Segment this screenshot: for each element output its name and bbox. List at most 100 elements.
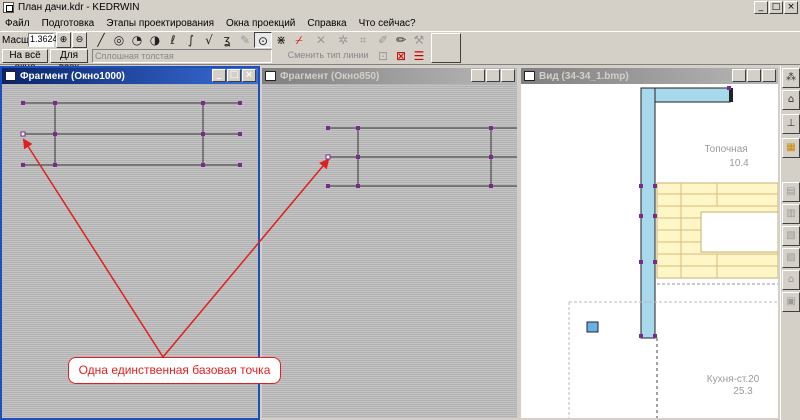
kedrwin-app: План дачи.kdr - KEDRWIN _ □ × Файл Подго… [0, 0, 800, 420]
vertex-handle[interactable] [21, 101, 25, 105]
curve-icon[interactable]: ∫ [182, 32, 200, 48]
window-title: План дачи.kdr - KEDRWIN [18, 2, 140, 13]
minimize-button[interactable]: _ [732, 69, 746, 82]
nodes-icon[interactable]: ⁂ [782, 68, 800, 88]
vertex-handle[interactable] [489, 155, 493, 159]
grid-disabled-icon[interactable]: ▤ [782, 182, 800, 202]
hook-icon[interactable]: ʓ [218, 32, 236, 48]
roof-icon[interactable]: ⌂ [782, 90, 800, 110]
vertex-handle[interactable] [53, 101, 57, 105]
circle-arc-icon[interactable]: ◑ [146, 32, 164, 48]
menu-bar: Файл Подготовка Этапы проектирования Окн… [0, 15, 800, 31]
vertex-handle[interactable] [326, 126, 330, 130]
menu-file[interactable]: Файл [4, 18, 31, 29]
multi-cross-disabled-icon[interactable]: ✲ [334, 32, 352, 48]
maximize-button[interactable]: □ [769, 1, 783, 14]
base-point-handle[interactable] [325, 154, 331, 160]
delete-icon[interactable]: ⊠ [392, 48, 410, 64]
snap-icon[interactable]: ⊙ [254, 32, 272, 48]
edit-disabled-icon[interactable]: ✐ [374, 32, 392, 48]
menu-whats-now[interactable]: Что сейчас? [358, 18, 417, 29]
window-title: Фрагмент (Окно850) [280, 70, 380, 82]
close-button[interactable]: × [501, 69, 515, 82]
table-disabled-icon[interactable]: ▥ [782, 204, 800, 224]
column [586, 321, 599, 333]
vertex-handle[interactable] [326, 184, 330, 188]
vertex-handle [653, 334, 657, 338]
vertex-handle [639, 334, 643, 338]
close-button[interactable]: × [762, 69, 776, 82]
window-disabled-icon[interactable]: ▣ [782, 292, 800, 312]
zoom-in-icon[interactable]: ⊕ [56, 32, 71, 48]
floor-plan-view[interactable]: Топочная 10.4 Кухня-ст.20 25.3 [521, 84, 778, 418]
trim-line-icon[interactable]: ⌿ [290, 32, 308, 48]
vertex-handle[interactable] [201, 132, 205, 136]
vertex-handle[interactable] [201, 101, 205, 105]
empty-tool-button[interactable] [431, 33, 461, 63]
maximize-button[interactable]: □ [227, 69, 241, 82]
drawing-svg [325, 126, 517, 188]
maximize-button[interactable]: □ [747, 69, 761, 82]
circle-icon[interactable]: ◎ [110, 32, 128, 48]
stair-well [700, 211, 778, 253]
vertex-handle[interactable] [53, 163, 57, 167]
child-window-controls: _ □ × [471, 69, 515, 82]
main-toolbar: Масшт 1.3624 ⊕ ⊖ На всё окно Для всех ╱ … [0, 31, 800, 73]
vertex-handle[interactable] [489, 184, 493, 188]
minimize-button[interactable]: _ [471, 69, 485, 82]
point-icon[interactable]: ⋇ [272, 32, 290, 48]
line-type-select[interactable]: Сплошная толстая [92, 49, 272, 63]
fragment-window-850[interactable]: Фрагмент (Окно850) _ □ × [260, 66, 519, 420]
menu-preparation[interactable]: Подготовка [41, 18, 96, 29]
vertex-handle[interactable] [201, 163, 205, 167]
wall-disabled-icon[interactable]: ▨ [782, 248, 800, 268]
close-button[interactable]: × [784, 1, 798, 14]
vertex-handle[interactable] [238, 132, 242, 136]
minimize-button[interactable]: _ [212, 69, 226, 82]
fit-window-button[interactable]: На всё окно [2, 49, 48, 73]
base-point-handle[interactable] [20, 131, 26, 137]
vertex-handle[interactable] [489, 126, 493, 130]
grid-disabled-icon[interactable]: ⌗ [354, 32, 372, 48]
menu-help[interactable]: Справка [306, 18, 347, 29]
scale-input[interactable]: 1.3624 [28, 33, 58, 47]
wall [649, 87, 731, 103]
vertex-handle[interactable] [238, 101, 242, 105]
vertex-handle[interactable] [53, 132, 57, 136]
child-window-controls: _ □ × [732, 69, 776, 82]
arc-icon[interactable]: ◔ [128, 32, 146, 48]
for-all-button[interactable]: Для всех [50, 49, 88, 73]
roof-disabled-icon[interactable]: ⌂ [782, 270, 800, 290]
vertex-handle[interactable] [356, 155, 360, 159]
wall-end [729, 88, 733, 102]
vertex-handle[interactable] [21, 163, 25, 167]
menu-projection-windows[interactable]: Окна проекций [225, 18, 296, 29]
spline-icon[interactable]: ℓ [164, 32, 182, 48]
close-button[interactable]: × [242, 69, 256, 82]
vertical-toolbar: ⁂ ⌂ ⊥ ▦ ▤ ▥ ▧ ▨ ⌂ ▣ [780, 66, 800, 420]
view-window-bmp[interactable]: Вид (34-34_1.bmp) _ □ × Топочная 10.4 Ку… [519, 66, 780, 420]
drawing-canvas[interactable] [262, 84, 517, 418]
pen-disabled-icon[interactable]: ✎ [236, 32, 254, 48]
list-icon[interactable]: ☰ [410, 48, 428, 64]
cross-disabled-icon[interactable]: ✕ [312, 32, 330, 48]
tool-disabled-icon[interactable]: ⚒ [410, 32, 428, 48]
maximize-button[interactable]: □ [486, 69, 500, 82]
frame-disabled-icon[interactable]: ⊡ [374, 48, 392, 64]
vertex-handle[interactable] [238, 163, 242, 167]
vertex-handle[interactable] [356, 126, 360, 130]
vertex-handle[interactable] [356, 184, 360, 188]
stairs-disabled-icon[interactable]: ▧ [782, 226, 800, 246]
bezier-icon[interactable]: √ [200, 32, 218, 48]
window-titlebar[interactable]: Фрагмент (Окно1000) _ □ × [2, 68, 258, 84]
window-titlebar[interactable]: Фрагмент (Окно850) _ □ × [262, 68, 517, 84]
dimension-icon[interactable]: ⊥ [782, 114, 800, 134]
change-line-type-button[interactable]: Сменить тип линии [286, 49, 370, 63]
line-icon[interactable]: ╱ [92, 32, 110, 48]
window-titlebar[interactable]: Вид (34-34_1.bmp) _ □ × [521, 68, 778, 84]
zoom-out-icon[interactable]: ⊖ [72, 32, 87, 48]
pencil-icon[interactable]: ✏ [392, 32, 410, 48]
menu-design-stages[interactable]: Этапы проектирования [105, 18, 215, 29]
building-icon[interactable]: ▦ [782, 138, 800, 158]
minimize-button[interactable]: _ [754, 1, 768, 14]
